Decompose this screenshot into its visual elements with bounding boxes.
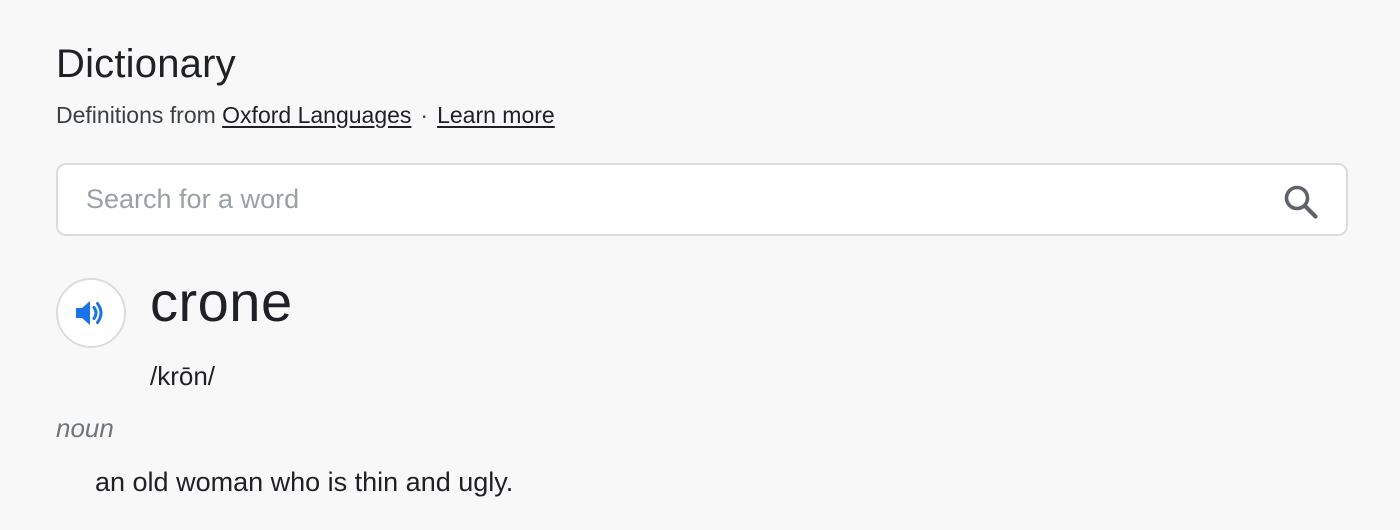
part-of-speech: noun	[56, 413, 114, 443]
play-pronunciation-button[interactable]	[56, 278, 126, 348]
headword: crone	[150, 270, 293, 333]
pronunciation: /krōn/	[150, 361, 216, 391]
oxford-languages-link[interactable]: Oxford Languages	[222, 102, 411, 128]
separator-dot: ·	[420, 102, 429, 128]
definition-text: an old woman who is thin and ugly.	[95, 467, 514, 497]
search-input[interactable]	[86, 165, 1266, 234]
dictionary-panel: Dictionary Definitions from Oxford Langu…	[0, 0, 1400, 530]
source-prefix: Definitions from	[56, 102, 216, 128]
search-icon[interactable]	[1282, 183, 1320, 221]
search-box	[56, 163, 1348, 236]
page-title: Dictionary	[56, 42, 236, 86]
learn-more-link[interactable]: Learn more	[437, 102, 555, 128]
speaker-icon	[76, 301, 103, 325]
source-line: Definitions from Oxford Languages · Learn …	[56, 100, 555, 130]
